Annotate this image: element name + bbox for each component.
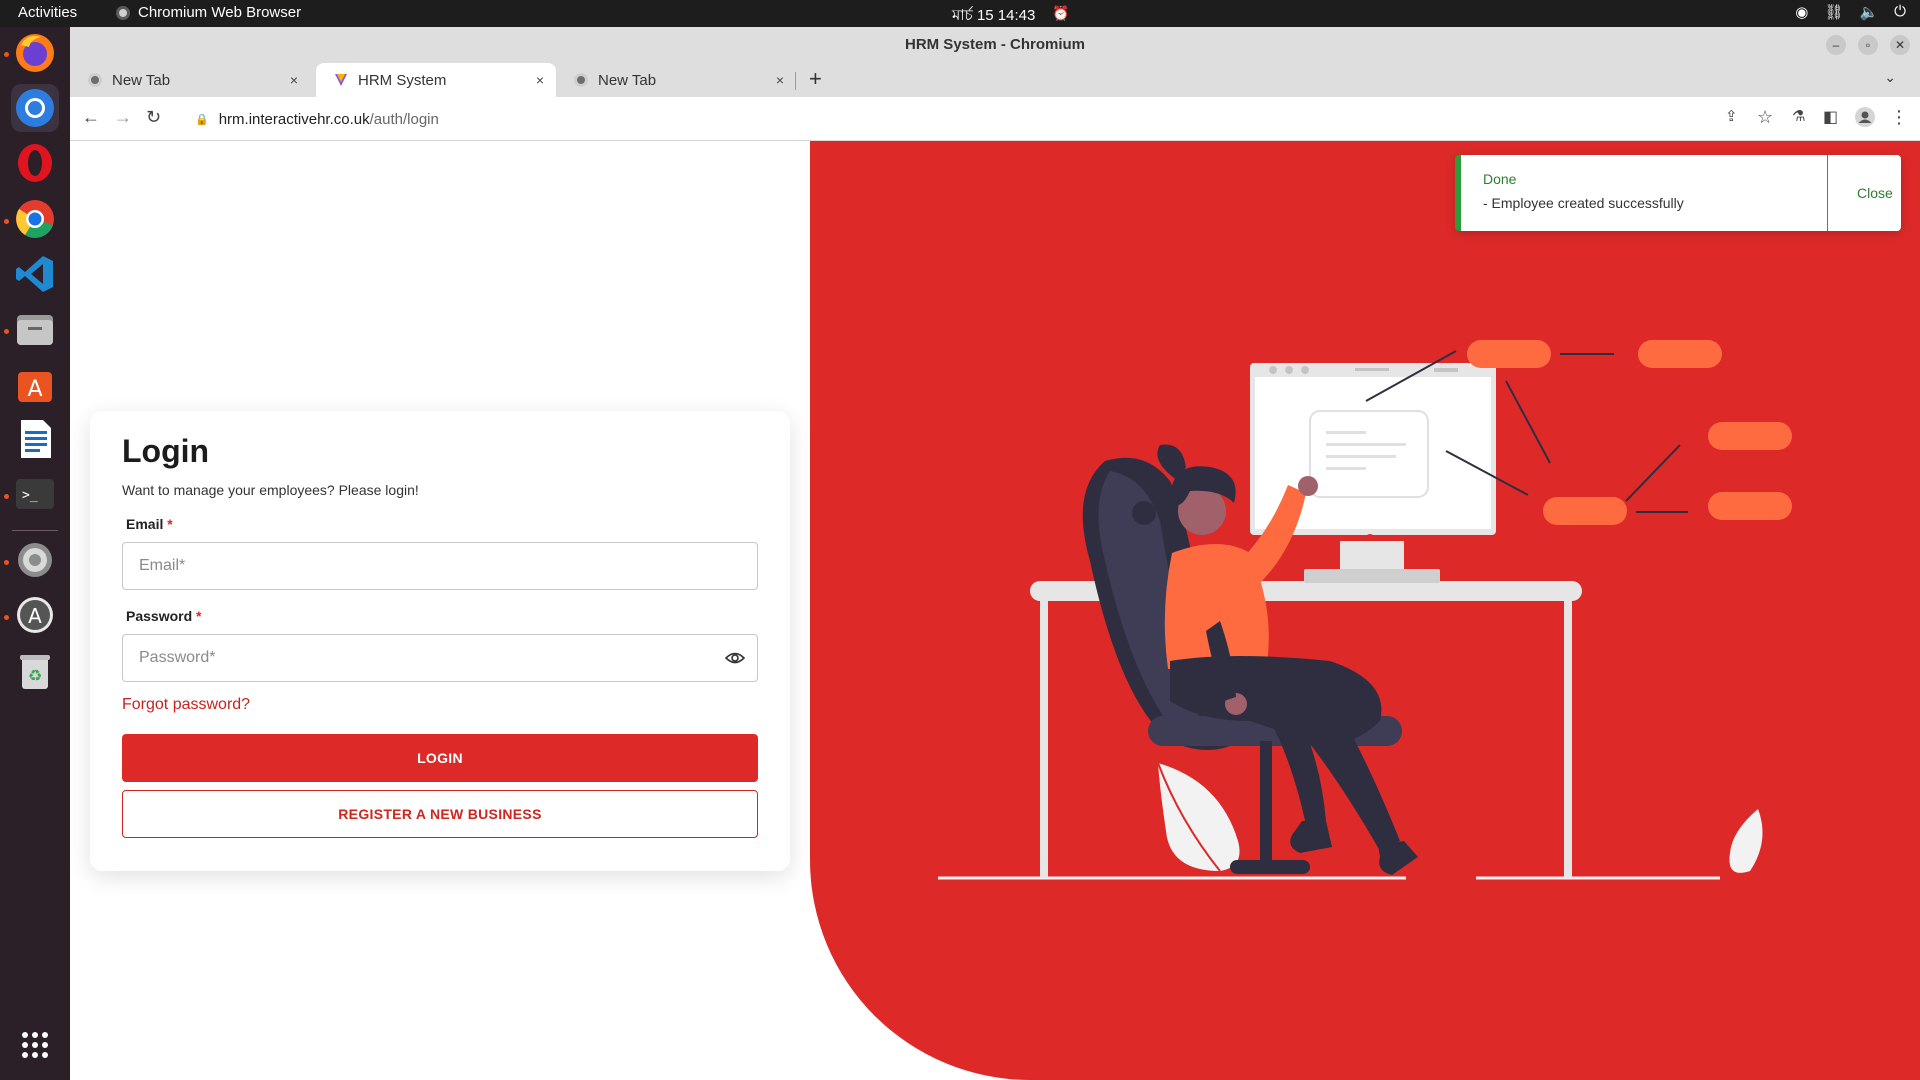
opera-icon[interactable] [11,139,59,187]
chrome-tray-icon[interactable]: ◉ [1795,3,1808,21]
settings-icon[interactable] [11,536,59,584]
app-menu[interactable]: Chromium Web Browser [116,4,301,21]
email-label-text: Email [126,516,164,532]
system-tray[interactable]: ◉ ⛓ 🔈 ⏻ [1795,3,1906,21]
maximize-icon[interactable]: ▫ [1858,35,1878,55]
tab-strip: New Tab × HRM System × New Tab × + ⌄ [70,63,1920,97]
required-marker: * [167,516,173,532]
show-password-icon[interactable] [724,648,746,673]
activities-button[interactable]: Activities [18,4,77,21]
forward-icon[interactable]: → [114,107,132,128]
password-field[interactable]: Password* [122,634,758,682]
running-indicator [4,329,9,334]
tab-label: New Tab [598,71,657,89]
tab-label: HRM System [358,71,447,89]
login-title: Login [122,433,210,469]
email-placeholder: Email* [139,557,186,574]
share-icon[interactable]: ⇪ [1725,107,1738,125]
running-indicator [4,560,9,565]
tab-separator [795,72,796,90]
updater-icon[interactable]: A [11,591,59,639]
toast-title: Done [1483,171,1517,187]
running-indicator [4,52,9,57]
hrm-favicon [334,73,348,87]
url-path: /auth/login [369,110,439,128]
email-field[interactable]: Email* [122,542,758,590]
alarm-icon: ⏰ [1052,5,1070,21]
back-icon[interactable]: ← [82,107,100,128]
window-title: HRM System - Chromium [904,36,1086,53]
profile-icon[interactable] [1855,107,1875,132]
svg-text:A: A [27,377,42,402]
svg-text:♻: ♻ [28,666,42,685]
dock: A >_ A ♻ [0,27,70,1080]
title-bar: HRM System - Chromium – ▫ ✕ [70,27,1920,63]
menu-kebab-icon[interactable]: ⋮ [1890,107,1908,128]
password-placeholder: Password* [139,649,216,666]
close-tab-icon[interactable]: × [290,72,298,88]
extensions-icon[interactable]: ⚗ [1792,107,1805,125]
chromium-favicon [88,73,102,87]
chromium-favicon [574,73,588,87]
reload-icon[interactable]: ↻ [146,107,161,128]
close-window-icon[interactable]: ✕ [1890,35,1910,55]
dock-separator [12,530,58,531]
close-tab-icon[interactable]: × [776,72,784,88]
address-bar[interactable]: 🔒 hrm.interactivehr.co.uk /auth/login [185,104,1835,134]
login-card: Login Want to manage your employees? Ple… [90,411,790,871]
firefox-icon[interactable] [11,29,59,77]
tab-new-tab-1[interactable]: New Tab × [70,63,310,97]
page-content: Login Want to manage your employees? Ple… [70,141,1920,1080]
power-icon[interactable]: ⏻ [1894,3,1906,21]
trash-icon[interactable]: ♻ [11,647,59,695]
close-tab-icon[interactable]: × [536,72,544,88]
running-indicator [4,615,9,620]
password-label-text: Password [126,608,193,624]
login-button[interactable]: LOGIN [122,734,758,782]
running-indicator [4,494,9,499]
network-icon[interactable]: ⛓ [1824,3,1843,21]
url-host: hrm.interactivehr.co.uk [218,110,370,128]
app-menu-label: Chromium Web Browser [138,4,302,21]
minimize-icon[interactable]: – [1826,35,1846,55]
success-toast: Done - Employee created successfully Clo… [1455,155,1901,231]
toast-close-button[interactable]: Close [1857,185,1893,201]
svg-text:A: A [28,604,42,628]
writer-icon[interactable] [11,415,59,463]
chromium-icon[interactable] [11,84,59,132]
files-icon[interactable] [11,305,59,353]
system-top-bar: Activities Chromium Web Browser মার্চ 15… [0,0,1920,27]
chrome-icon[interactable] [11,195,59,243]
office-illustration [938,340,1792,880]
password-label: Password * [126,608,758,624]
side-panel-icon[interactable]: ◧ [1823,107,1838,127]
volume-icon[interactable]: 🔈 [1859,3,1878,21]
svg-text:>_: >_ [22,488,38,503]
email-label: Email * [126,516,758,532]
required-marker: * [196,608,202,624]
app-grid-icon[interactable] [11,1021,59,1069]
browser-window: HRM System - Chromium – ▫ ✕ New Tab × HR… [70,27,1920,1080]
new-tab-button[interactable]: + [809,66,822,92]
tab-new-tab-2[interactable]: New Tab × [556,63,796,97]
register-business-button[interactable]: REGISTER A NEW BUSINESS [122,790,758,838]
forgot-password-link[interactable]: Forgot password? [122,696,250,714]
terminal-icon[interactable]: >_ [11,470,59,518]
chromium-app-icon [116,5,130,20]
running-indicator [4,219,9,224]
toast-divider [1827,155,1828,231]
vscode-icon[interactable] [11,250,59,298]
login-subtitle: Want to manage your employees? Please lo… [122,482,419,498]
tab-search-icon[interactable]: ⌄ [1884,69,1896,86]
tab-hrm-system[interactable]: HRM System × [316,63,556,97]
lock-icon[interactable]: 🔒 [195,113,209,126]
tab-label: New Tab [112,71,171,89]
hero-panel [810,141,1920,1080]
software-icon[interactable]: A [11,360,59,408]
clock[interactable]: মার্চ 15 14:43 [952,4,1035,29]
browser-toolbar: ← → ↻ 🔒 hrm.interactivehr.co.uk /auth/lo… [70,97,1920,141]
bookmark-star-icon[interactable]: ☆ [1757,107,1773,128]
toast-message: - Employee created successfully [1483,195,1684,211]
